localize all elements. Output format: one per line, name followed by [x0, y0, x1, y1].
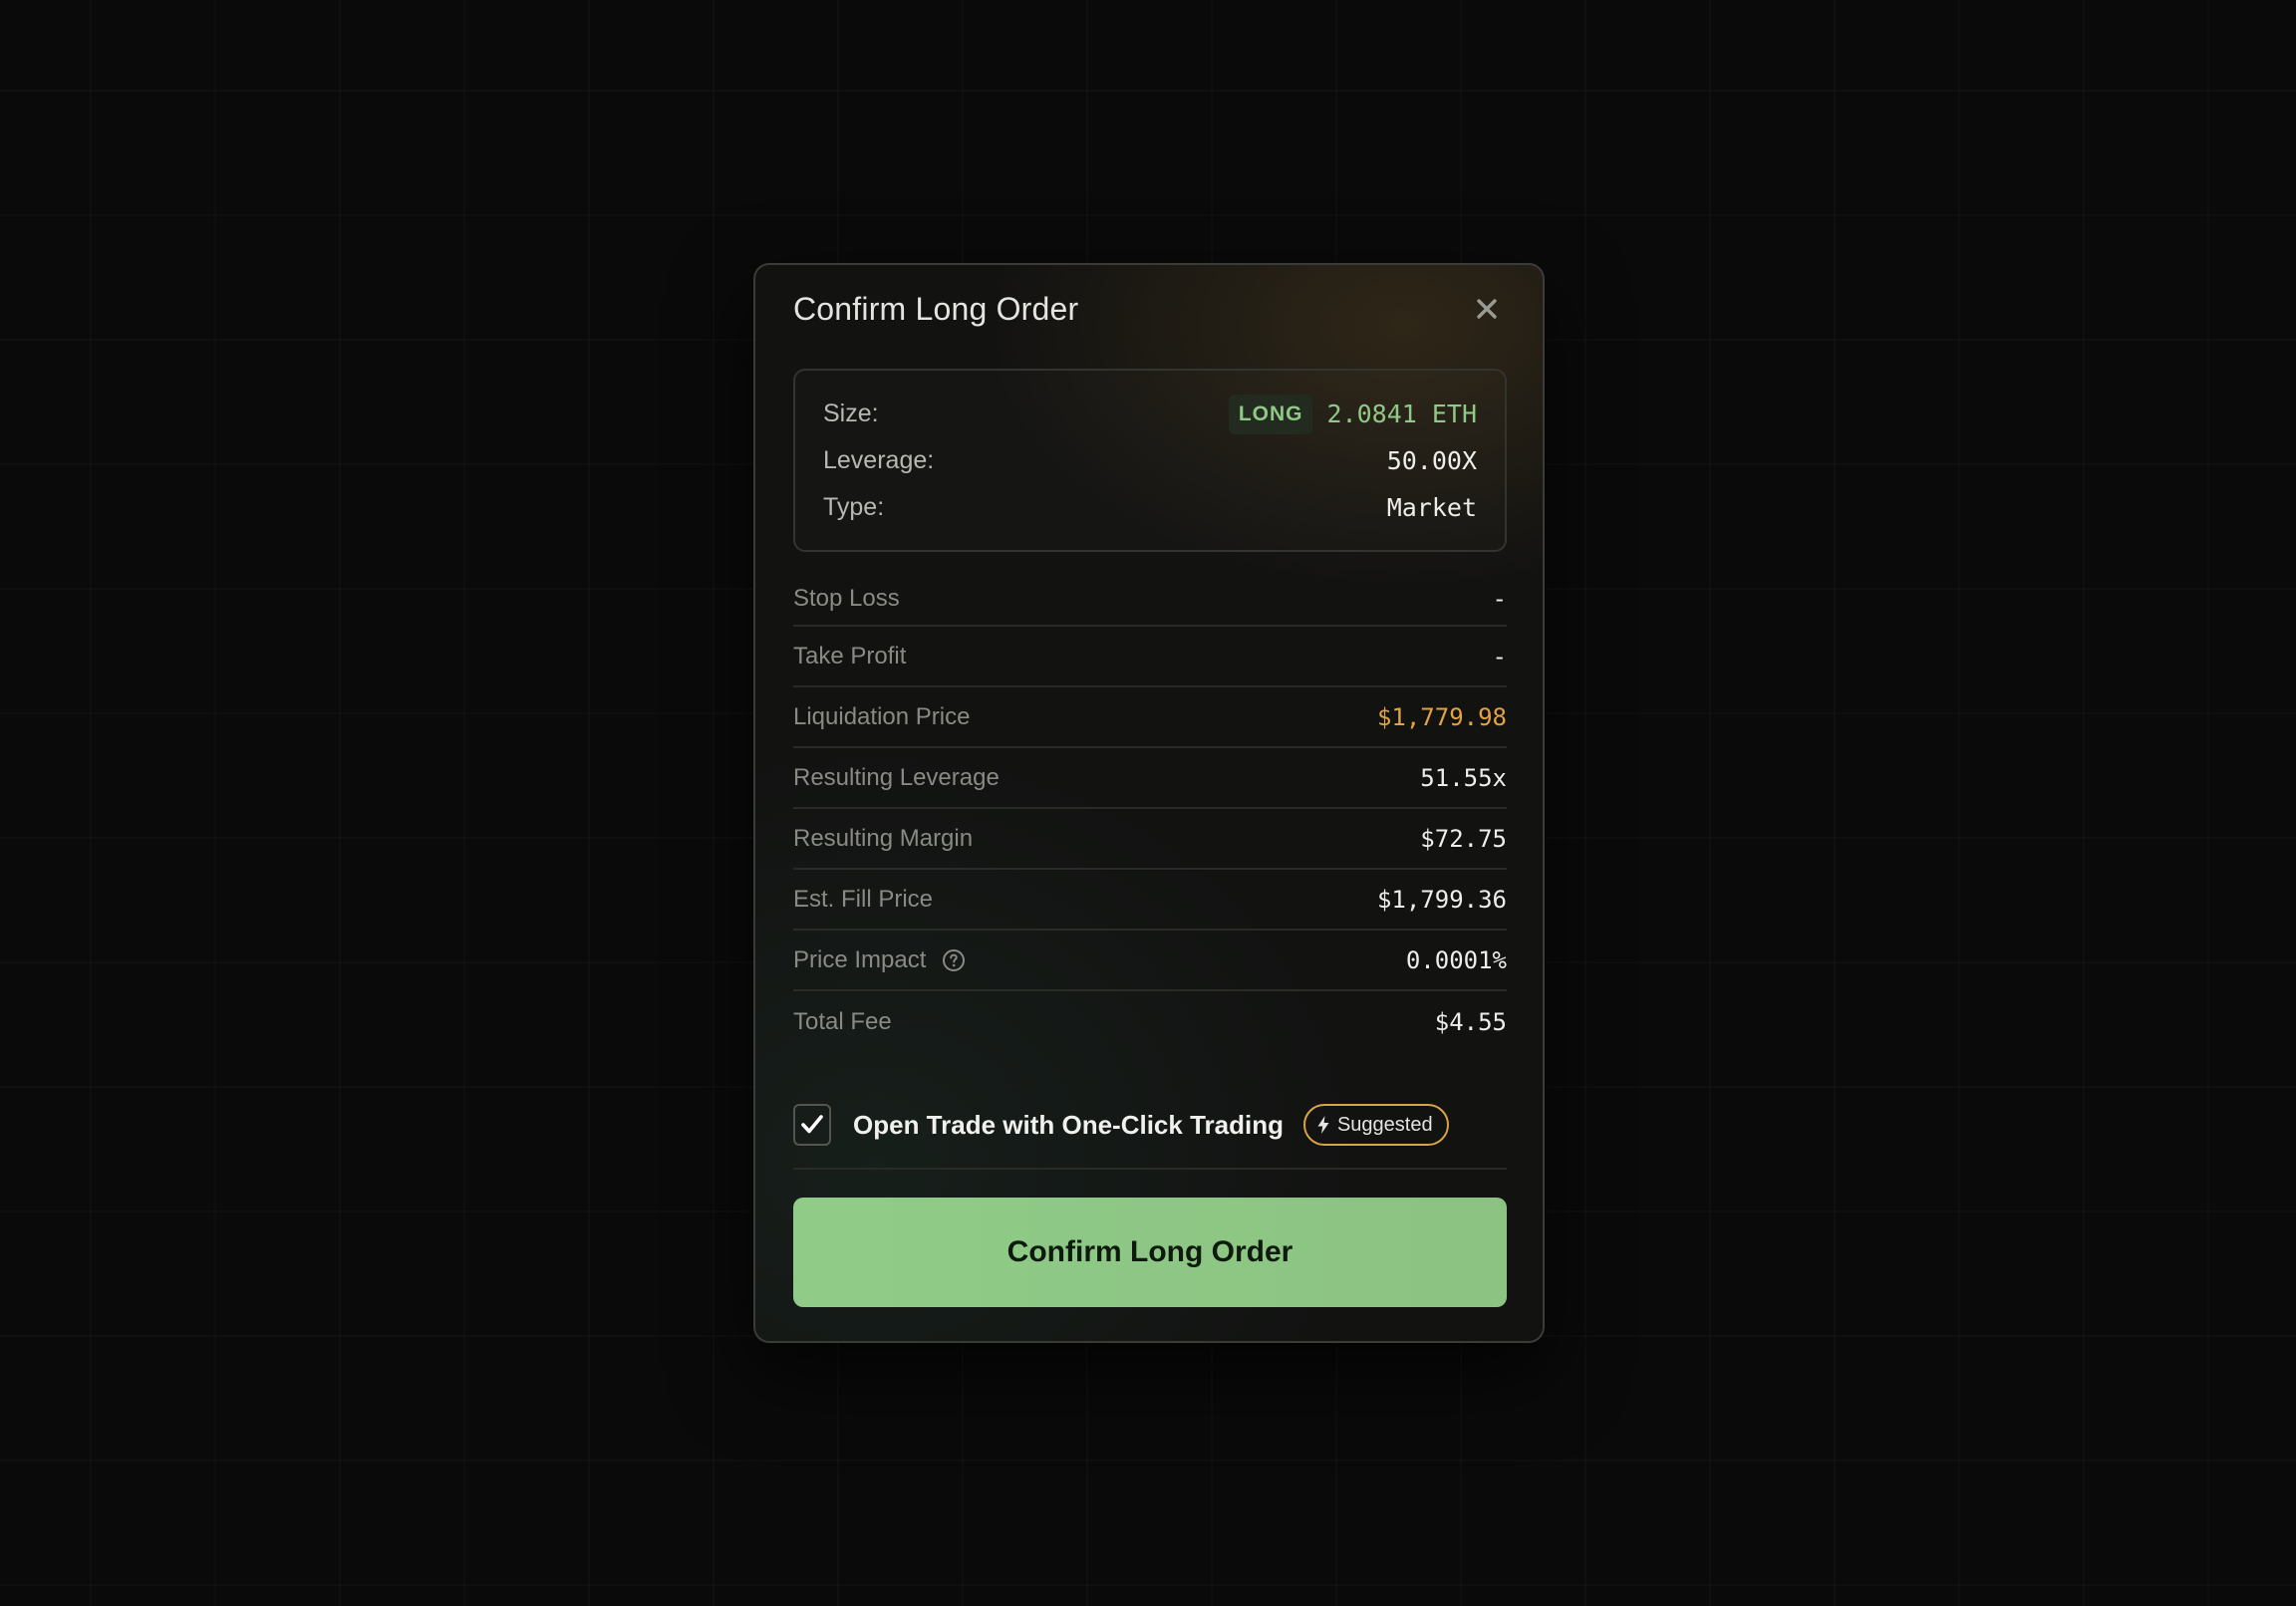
detail-row-total-fee: Total Fee $4.55 [793, 991, 1507, 1052]
liquidation-price-label: Liquidation Price [793, 702, 971, 730]
confirm-long-order-button[interactable]: Confirm Long Order [793, 1198, 1507, 1307]
resulting-margin-value: $72.75 [1420, 824, 1507, 853]
take-profit-label: Take Profit [793, 642, 907, 669]
one-click-trading-checkbox[interactable] [793, 1104, 831, 1146]
summary-row-size: Size: LONG 2.0841 ETH [823, 391, 1477, 437]
help-circle-icon[interactable] [942, 948, 966, 972]
resulting-leverage-value: 51.55x [1420, 763, 1507, 792]
size-label: Size: [823, 400, 879, 427]
suggested-badge-label: Suggested [1336, 1113, 1433, 1136]
price-impact-label-group: Price Impact [793, 946, 966, 974]
stop-loss-value: - [1492, 584, 1507, 613]
checkmark-icon [801, 1115, 823, 1134]
one-click-trading-row: Open Trade with One-Click Trading Sugges… [793, 1082, 1507, 1170]
modal-title: Confirm Long Order [793, 291, 1079, 327]
size-value-group: LONG 2.0841 ETH [1228, 394, 1477, 434]
leverage-label: Leverage: [823, 446, 935, 474]
resulting-leverage-label: Resulting Leverage [793, 763, 1000, 791]
detail-row-resulting-leverage: Resulting Leverage 51.55x [793, 748, 1507, 809]
type-value: Market [1386, 493, 1477, 522]
one-click-trading-label[interactable]: Open Trade with One-Click Trading [853, 1110, 1284, 1141]
detail-row-price-impact: Price Impact 0.0001% [793, 931, 1507, 991]
detail-row-resulting-margin: Resulting Margin $72.75 [793, 809, 1507, 870]
size-value: 2.0841 ETH [1326, 400, 1477, 428]
close-icon [1477, 299, 1497, 319]
resulting-margin-label: Resulting Margin [793, 824, 974, 852]
summary-row-type: Type: Market [823, 484, 1477, 531]
take-profit-value: - [1492, 642, 1507, 670]
confirm-order-modal: Confirm Long Order Size: LONG 2.0841 ETH… [753, 263, 1545, 1343]
order-details: Stop Loss - Take Profit - Liquidation Pr… [793, 572, 1507, 1052]
detail-row-est-fill-price: Est. Fill Price $1,799.36 [793, 870, 1507, 931]
est-fill-price-label: Est. Fill Price [793, 885, 934, 913]
type-label: Type: [823, 493, 885, 521]
detail-row-liquidation-price: Liquidation Price $1,779.98 [793, 687, 1507, 748]
order-summary: Size: LONG 2.0841 ETH Leverage: 50.00X T… [793, 369, 1507, 552]
total-fee-label: Total Fee [793, 1007, 892, 1035]
page-background: Confirm Long Order Size: LONG 2.0841 ETH… [0, 0, 2296, 1606]
suggested-badge: Suggested [1302, 1104, 1449, 1146]
bolt-icon [1317, 1116, 1329, 1134]
price-impact-value: 0.0001% [1405, 945, 1507, 974]
liquidation-price-value: $1,779.98 [1376, 702, 1507, 731]
stop-loss-label: Stop Loss [793, 584, 900, 612]
leverage-value: 50.00X [1386, 446, 1477, 475]
detail-row-stop-loss: Stop Loss - [793, 572, 1507, 627]
total-fee-value: $4.55 [1434, 1007, 1507, 1036]
long-badge: LONG [1228, 394, 1313, 434]
detail-row-take-profit: Take Profit - [793, 627, 1507, 687]
summary-row-leverage: Leverage: 50.00X [823, 437, 1477, 484]
close-button[interactable] [1471, 293, 1503, 325]
est-fill-price-value: $1,799.36 [1376, 885, 1507, 914]
price-impact-label: Price Impact [793, 945, 927, 973]
